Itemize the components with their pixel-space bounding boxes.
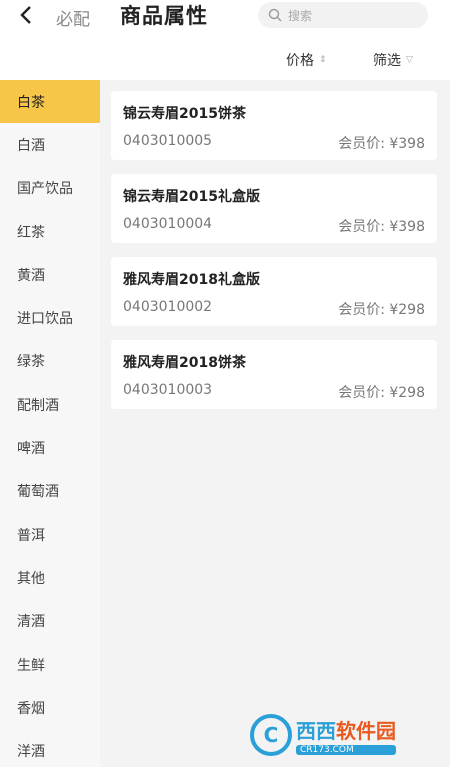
watermark-logo-icon: C — [250, 714, 292, 756]
sidebar-item-label: 配制酒 — [17, 397, 59, 414]
sidebar-item-yellow-wine[interactable]: 黄酒 — [0, 253, 100, 296]
product-name: 锦云寿眉2015饼茶 — [123, 106, 246, 122]
sidebar-item-black-tea[interactable]: 红茶 — [0, 210, 100, 253]
site-watermark: C 西西软件园 CR173.COM — [250, 712, 440, 758]
product-code: 0403010005 — [123, 133, 213, 149]
product-name: 锦云寿眉2015礼盒版 — [123, 189, 260, 205]
chevron-left-icon — [20, 6, 31, 24]
sidebar-item-label: 红茶 — [17, 224, 45, 241]
sidebar-item-puer[interactable]: 普洱 — [0, 513, 100, 556]
sidebar-item-label: 生鲜 — [17, 657, 45, 674]
sidebar-item-cigarettes[interactable]: 香烟 — [0, 686, 100, 729]
filter-button[interactable]: 筛选 ▽ — [373, 50, 413, 70]
sidebar-item-label: 普洱 — [17, 527, 45, 544]
sort-bar: 价格 ⇕ 筛选 ▽ — [0, 50, 450, 76]
product-list: 锦云寿眉2015饼茶 0403010005 会员价: ¥398 锦云寿眉2015… — [100, 80, 450, 767]
product-card[interactable]: 锦云寿眉2015饼茶 0403010005 会员价: ¥398 — [111, 91, 437, 160]
product-card[interactable]: 锦云寿眉2015礼盒版 0403010004 会员价: ¥398 — [111, 174, 437, 243]
watermark-suffix: 软件园 — [336, 719, 396, 743]
product-card[interactable]: 雅风寿眉2018饼茶 0403010003 会员价: ¥298 — [111, 340, 437, 409]
product-code: 0403010004 — [123, 216, 213, 232]
sidebar-item-label: 香烟 — [17, 700, 45, 717]
store-name: 必配 — [56, 10, 90, 30]
sidebar-item-label: 绿茶 — [17, 354, 45, 371]
filter-label: 筛选 — [373, 53, 401, 69]
sidebar-item-other[interactable]: 其他 — [0, 556, 100, 599]
member-price: 会员价: ¥398 — [338, 219, 425, 235]
sidebar-item-label: 白酒 — [17, 137, 45, 154]
sidebar-item-label: 进口饮品 — [17, 311, 73, 328]
sidebar-item-beer[interactable]: 啤酒 — [0, 426, 100, 469]
sidebar-item-white-tea[interactable]: 白茶 — [0, 80, 100, 124]
sidebar-item-label: 其他 — [17, 570, 45, 587]
back-button[interactable] — [14, 2, 38, 28]
watermark-domain: CR173.COM — [296, 745, 396, 755]
search-placeholder: 搜索 — [288, 8, 313, 23]
member-price: 会员价: ¥398 — [338, 136, 425, 152]
sidebar-item-fresh[interactable]: 生鲜 — [0, 643, 100, 686]
product-card[interactable]: 雅风寿眉2018礼盒版 0403010002 会员价: ¥298 — [111, 257, 437, 326]
member-price: 会员价: ¥298 — [338, 302, 425, 318]
sidebar-item-spirits[interactable]: 洋酒 — [0, 729, 100, 772]
sidebar-item-label: 葡萄酒 — [17, 484, 59, 501]
sidebar-item-label: 国产饮品 — [17, 181, 73, 198]
product-name: 雅风寿眉2018礼盒版 — [123, 272, 260, 288]
filter-icon: ▽ — [406, 55, 413, 65]
page-title: 商品属性 — [120, 4, 208, 28]
sidebar-item-mixed-wine[interactable]: 配制酒 — [0, 383, 100, 426]
sort-price-label: 价格 — [286, 53, 314, 69]
sort-arrows-icon: ⇕ — [319, 55, 327, 65]
search-input[interactable]: 搜索 — [258, 2, 428, 28]
sidebar-item-baijiu[interactable]: 白酒 — [0, 123, 100, 166]
member-price: 会员价: ¥298 — [338, 385, 425, 401]
sidebar-item-grape-wine[interactable]: 葡萄酒 — [0, 470, 100, 513]
sort-price-button[interactable]: 价格 ⇕ — [286, 50, 327, 70]
sidebar-item-label: 洋酒 — [17, 744, 45, 761]
sidebar-item-label: 啤酒 — [17, 441, 45, 458]
product-code: 0403010003 — [123, 382, 213, 398]
sidebar-item-imported-drinks[interactable]: 进口饮品 — [0, 296, 100, 339]
header-bar: 必配 商品属性 搜索 — [0, 0, 450, 34]
watermark-brand: 西西 — [296, 719, 336, 743]
sidebar-item-label: 白茶 — [17, 94, 45, 111]
sidebar-item-label: 黄酒 — [17, 267, 45, 284]
search-icon — [268, 8, 282, 22]
sidebar-item-sake[interactable]: 清酒 — [0, 600, 100, 643]
product-code: 0403010002 — [123, 299, 213, 315]
sidebar-item-label: 清酒 — [17, 614, 45, 631]
category-sidebar: 白茶 白酒 国产饮品 红茶 黄酒 进口饮品 绿茶 配制酒 啤酒 葡萄酒 普洱 其… — [0, 80, 100, 767]
sidebar-item-domestic-drinks[interactable]: 国产饮品 — [0, 167, 100, 210]
sidebar-item-green-tea[interactable]: 绿茶 — [0, 340, 100, 383]
product-name: 雅风寿眉2018饼茶 — [123, 355, 246, 371]
